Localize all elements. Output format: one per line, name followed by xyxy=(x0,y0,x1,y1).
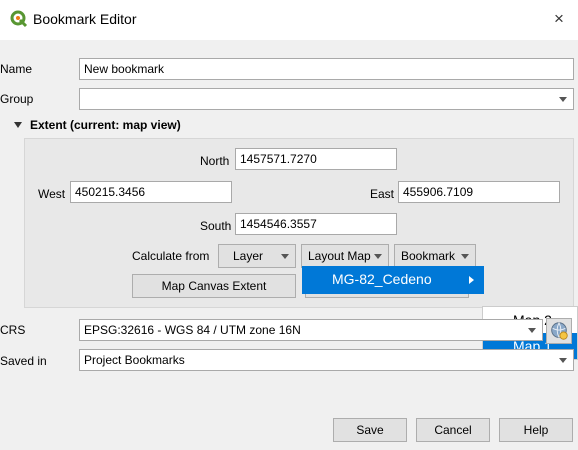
layout-map-menu: MG-82_Cedeno xyxy=(302,266,484,294)
map-canvas-extent-button[interactable]: Map Canvas Extent xyxy=(132,274,296,298)
layer-button-label: Layer xyxy=(233,249,264,263)
help-button[interactable]: Help xyxy=(499,418,573,442)
bookmark-button-label: Bookmark xyxy=(401,249,456,263)
saved-in-combo[interactable]: Project Bookmarks xyxy=(79,349,574,371)
chevron-down-icon xyxy=(461,254,469,259)
north-label: North xyxy=(200,154,230,168)
saved-in-value: Project Bookmarks xyxy=(84,353,185,367)
name-input[interactable]: New bookmark xyxy=(79,58,574,80)
chevron-down-icon xyxy=(374,254,382,259)
title-bar: Bookmark Editor × xyxy=(0,0,578,40)
chevron-down-icon xyxy=(281,254,289,259)
chevron-down-icon xyxy=(559,97,567,102)
qgis-logo-icon xyxy=(10,10,28,28)
menu-item-mg-82-cedeno[interactable]: MG-82_Cedeno xyxy=(332,271,432,287)
close-icon[interactable]: × xyxy=(548,8,570,30)
extent-group-header[interactable]: Extent (current: map view) xyxy=(30,118,181,132)
group-label: Group xyxy=(0,92,34,106)
submenu-arrow-icon xyxy=(469,276,474,284)
group-combo[interactable] xyxy=(79,88,574,110)
west-input[interactable]: 450215.3456 xyxy=(70,181,232,203)
collapse-arrow-icon[interactable] xyxy=(14,122,22,128)
bookmark-dropdown-button[interactable]: Bookmark xyxy=(394,244,476,268)
south-input[interactable]: 1454546.3557 xyxy=(235,213,397,235)
globe-icon xyxy=(551,322,568,340)
south-label: South xyxy=(200,219,232,233)
layer-dropdown-button[interactable]: Layer xyxy=(218,244,296,268)
east-label: East xyxy=(370,187,395,201)
crs-combo[interactable]: EPSG:32616 - WGS 84 / UTM zone 16N xyxy=(79,319,543,341)
name-label: Name xyxy=(0,62,33,76)
north-input[interactable]: 1457571.7270 xyxy=(235,148,397,170)
east-input[interactable]: 455906.7109 xyxy=(398,181,560,203)
save-button[interactable]: Save xyxy=(333,418,407,442)
chevron-down-icon xyxy=(559,358,567,363)
window-title: Bookmark Editor xyxy=(33,11,137,27)
west-label: West xyxy=(38,187,66,201)
calculate-from-label: Calculate from xyxy=(132,249,210,263)
crs-select-button[interactable] xyxy=(546,318,572,344)
bookmark-dialog: Name New bookmark Group Extent (current:… xyxy=(0,40,578,450)
layout-map-button-label: Layout Map xyxy=(308,249,371,263)
crs-value: EPSG:32616 - WGS 84 / UTM zone 16N xyxy=(84,323,301,337)
saved-in-label: Saved in xyxy=(0,354,47,368)
crs-label: CRS xyxy=(0,323,26,337)
chevron-down-icon xyxy=(528,328,536,333)
cancel-button[interactable]: Cancel xyxy=(416,418,490,442)
layout-map-dropdown-button[interactable]: Layout Map xyxy=(301,244,389,268)
